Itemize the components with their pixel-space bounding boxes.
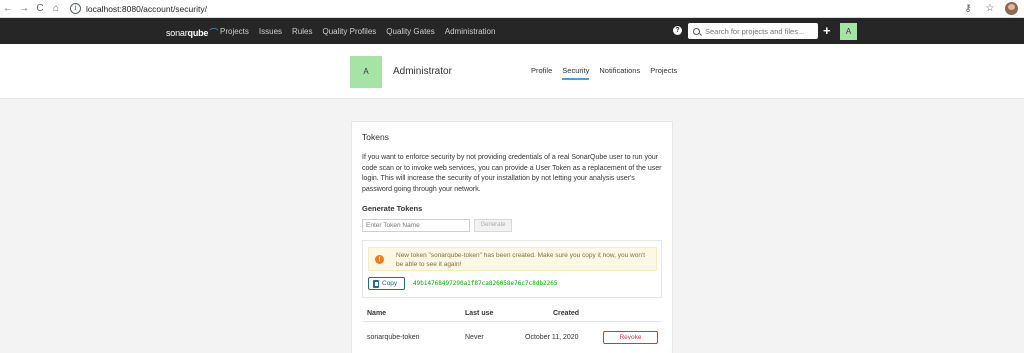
star-icon[interactable]: ☆ bbox=[983, 1, 997, 15]
info-icon[interactable]: i bbox=[70, 3, 81, 14]
nav-item-issues[interactable]: Issues bbox=[259, 27, 282, 36]
tokens-description: If you want to enforce security by not p… bbox=[362, 154, 662, 193]
logo-text-qube: qube bbox=[187, 28, 209, 38]
search-input[interactable] bbox=[705, 26, 815, 36]
token-created-cell: October 11, 2020 bbox=[525, 334, 579, 341]
address-bar[interactable]: i localhost:8080/account/security/ bbox=[70, 2, 207, 16]
account-tabs: Profile Security Notifications Projects bbox=[531, 66, 677, 80]
reload-icon[interactable]: C bbox=[32, 1, 48, 17]
global-navbar: sonarqube⌒ Projects Issues Rules Quality… bbox=[0, 18, 1024, 44]
global-menu: Projects Issues Rules Quality Profiles Q… bbox=[220, 18, 495, 44]
token-name-cell: sonarqube-token bbox=[367, 334, 420, 341]
copy-label: Copy bbox=[382, 280, 398, 287]
clipboard-icon bbox=[373, 279, 379, 288]
header-last-use: Last use bbox=[465, 310, 494, 317]
revoke-button[interactable]: Revoke bbox=[603, 331, 658, 344]
account-header: A Administrator Profile Security Notific… bbox=[0, 44, 1024, 99]
key-icon[interactable]: ⚷ bbox=[961, 1, 975, 15]
table-row: sonarqube-token Never October 11, 2020 R… bbox=[362, 330, 662, 348]
copy-button[interactable]: Copy bbox=[368, 277, 405, 290]
alert-text: New token "sonarqube-token" has been cre… bbox=[396, 252, 646, 268]
browser-profile-avatar[interactable] bbox=[1005, 1, 1018, 15]
nav-item-projects[interactable]: Projects bbox=[220, 27, 249, 36]
logo-wave-icon: ⌒ bbox=[209, 28, 219, 38]
tab-notifications[interactable]: Notifications bbox=[599, 66, 640, 80]
tokens-title: Tokens bbox=[362, 132, 389, 142]
account-name: Administrator bbox=[393, 66, 452, 77]
logo-text-sonar: sonar bbox=[166, 28, 188, 38]
token-value[interactable]: 49b14768497290a1f87ca826058e76c7c8db2265 bbox=[413, 280, 558, 287]
home-icon[interactable]: ⌂ bbox=[48, 1, 64, 17]
tab-security[interactable]: Security bbox=[562, 66, 590, 80]
nav-item-quality-profiles[interactable]: Quality Profiles bbox=[322, 27, 376, 36]
token-last-use-cell: Never bbox=[465, 334, 484, 341]
create-plus-button[interactable]: + bbox=[823, 24, 831, 37]
table-header-row: Name Last use Created bbox=[362, 308, 662, 322]
browser-toolbar: ← → C ⌂ i localhost:8080/account/securit… bbox=[0, 0, 1024, 18]
help-icon[interactable]: ? bbox=[673, 26, 682, 35]
tab-profile[interactable]: Profile bbox=[531, 66, 552, 80]
generate-button[interactable]: Generate bbox=[474, 219, 512, 232]
header-created: Created bbox=[553, 310, 580, 317]
warning-icon: ! bbox=[375, 255, 384, 264]
forward-icon[interactable]: → bbox=[16, 1, 32, 17]
global-search[interactable] bbox=[688, 23, 818, 39]
account-avatar: A bbox=[350, 56, 382, 88]
tokens-card: Tokens If you want to enforce security b… bbox=[351, 121, 673, 353]
user-avatar-button[interactable]: A bbox=[840, 23, 857, 40]
search-icon bbox=[693, 27, 700, 35]
new-token-panel: ! New token "sonarqube-token" has been c… bbox=[362, 240, 662, 298]
tab-projects[interactable]: Projects bbox=[650, 66, 677, 80]
generate-tokens-title: Generate Tokens bbox=[362, 204, 423, 213]
sonarqube-logo[interactable]: sonarqube⌒ bbox=[166, 26, 218, 39]
token-name-input[interactable] bbox=[362, 219, 470, 232]
nav-item-quality-gates[interactable]: Quality Gates bbox=[386, 27, 434, 36]
back-icon[interactable]: ← bbox=[0, 1, 16, 17]
header-name: Name bbox=[367, 310, 387, 317]
nav-item-administration[interactable]: Administration bbox=[445, 27, 496, 36]
nav-item-rules[interactable]: Rules bbox=[292, 27, 312, 36]
new-token-alert: ! New token "sonarqube-token" has been c… bbox=[368, 247, 657, 271]
url-text[interactable]: localhost:8080/account/security/ bbox=[86, 4, 207, 14]
